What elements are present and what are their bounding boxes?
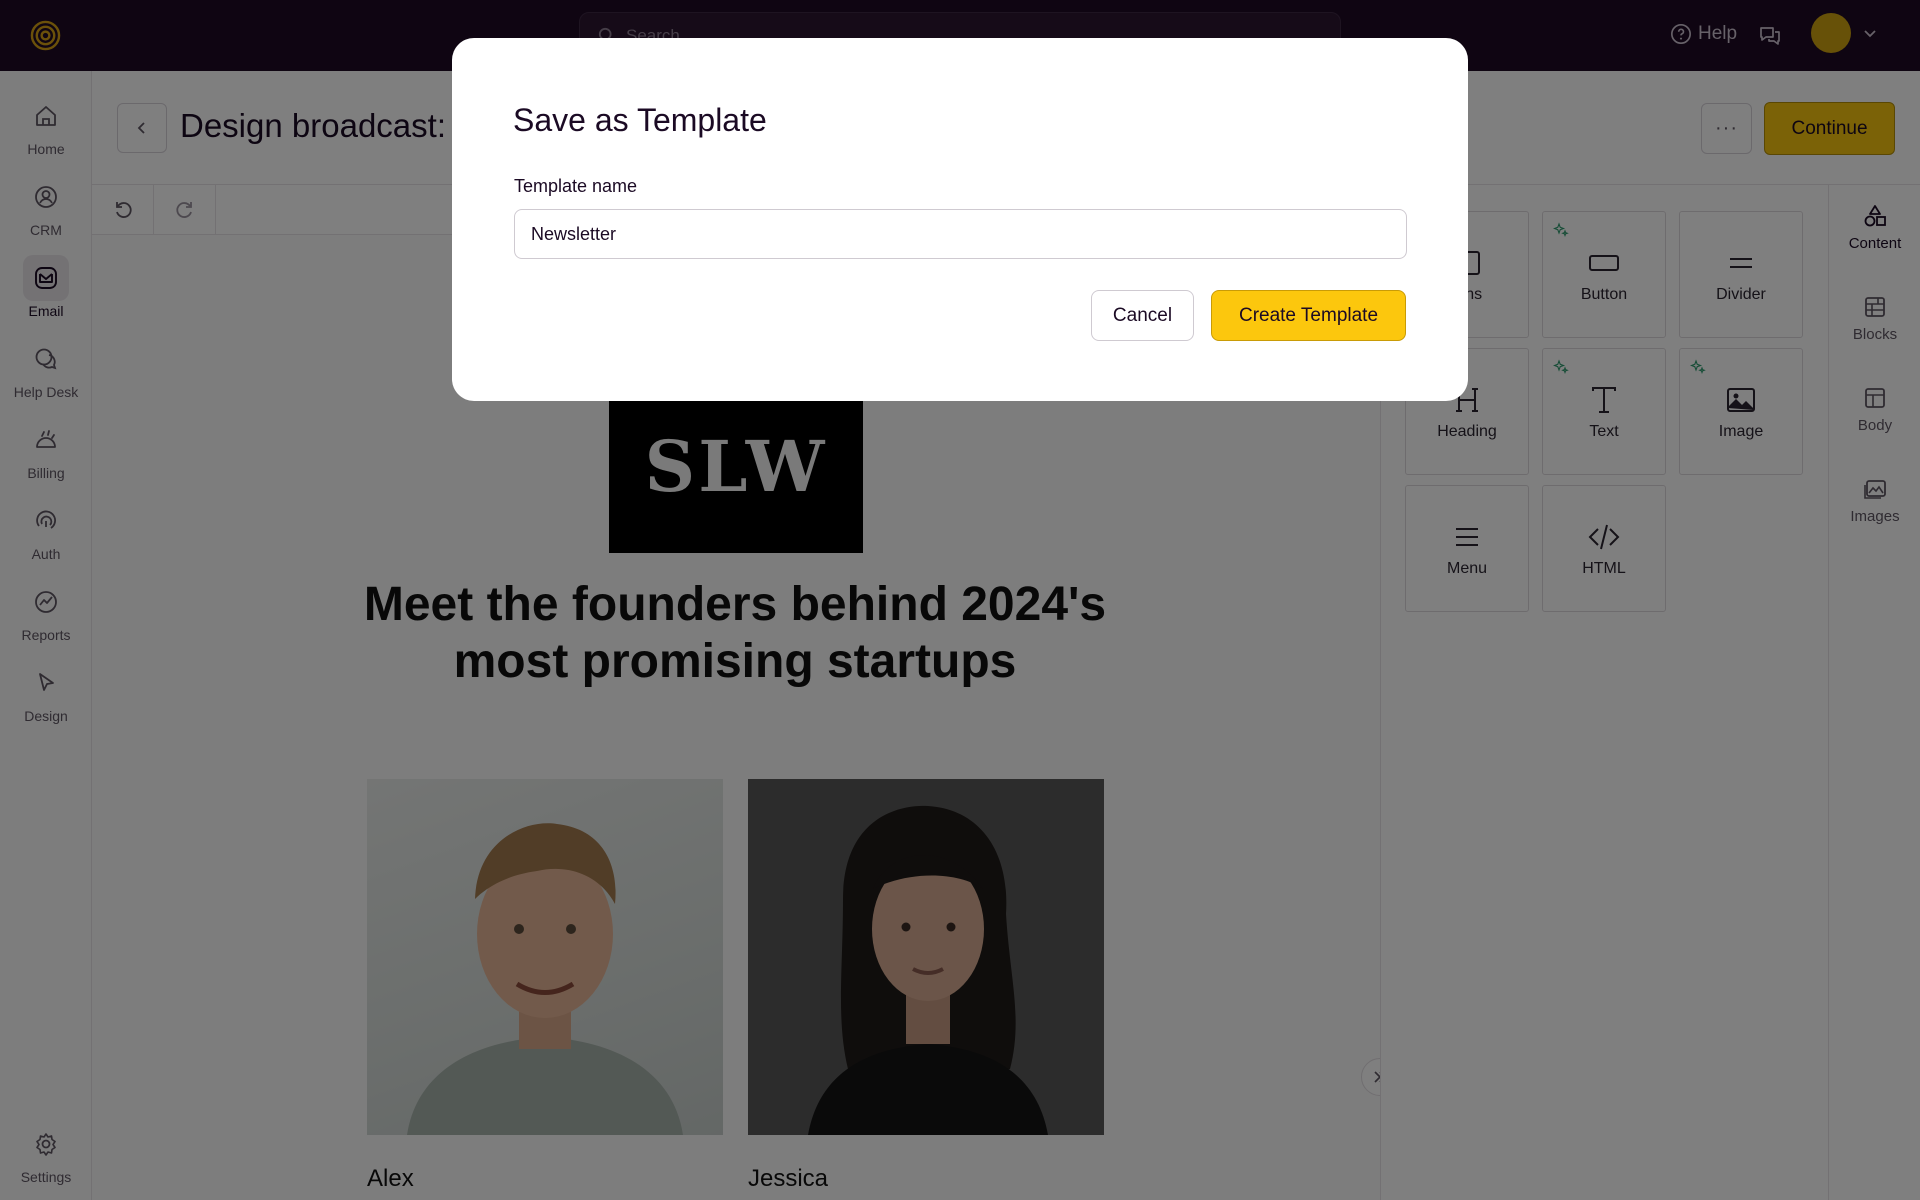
cancel-button[interactable]: Cancel [1091,290,1194,341]
create-template-button[interactable]: Create Template [1211,290,1406,341]
template-name-input[interactable] [514,209,1407,259]
save-template-dialog: Save as Template Template name Cancel Cr… [452,38,1468,401]
dialog-title: Save as Template [513,102,767,138]
template-name-label: Template name [514,176,638,196]
